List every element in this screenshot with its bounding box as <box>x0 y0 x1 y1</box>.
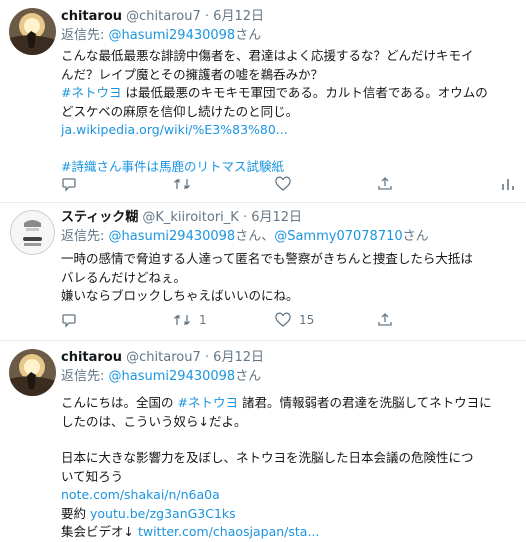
separator-dot: · <box>242 210 248 225</box>
like-button[interactable] <box>275 176 377 192</box>
text-line: #ネトウヨ は最低最悪のキモキモ軍団である。カルト信者である。オウムの <box>61 84 518 103</box>
avatar[interactable] <box>9 209 56 256</box>
tweet-text: 一時の感情で脅迫する人達って匿名でも警察がきちんと捜査したら大抵は バレるんだけ… <box>61 250 518 306</box>
reply-context: 返信先: @hasumi29430098さん、@Sammy07078710さん <box>61 227 518 246</box>
reply-suffix: さん <box>402 229 429 244</box>
display-name[interactable]: chitarou <box>61 9 122 24</box>
text-line: こんな最低最悪な誹謗中傷者を、君達はよく応援するな？どんだけキモイ <box>61 48 474 63</box>
reply-mention[interactable]: @hasumi29430098 <box>109 28 236 43</box>
reply-separator: さん、 <box>235 229 275 244</box>
reply-mention[interactable]: @hasumi29430098 <box>109 229 236 244</box>
tweet[interactable]: スティック糊 @K_kiiroitori_K · 6月12日 返信先: @has… <box>0 203 526 341</box>
tweet-header: スティック糊 @K_kiiroitori_K · 6月12日 <box>61 208 518 227</box>
reply-prefix: 返信先: <box>61 229 105 244</box>
action-bar: 1 15 <box>61 312 518 328</box>
reply-suffix: さん <box>235 28 262 43</box>
text-segment: 要約 <box>61 505 90 521</box>
user-handle[interactable]: @K_kiiroitori_K <box>142 210 238 225</box>
share-button[interactable] <box>377 176 475 192</box>
action-bar <box>61 176 518 192</box>
analytics-button[interactable] <box>500 176 516 192</box>
avatar[interactable] <box>9 8 56 55</box>
url-link[interactable]: youtu.be/zg3anG3C1ks <box>90 506 236 521</box>
like-button[interactable]: 15 <box>275 312 377 328</box>
reply-mention[interactable]: @Sammy07078710 <box>274 229 402 244</box>
reply-suffix: さん <box>235 369 262 384</box>
reply-prefix: 返信先: <box>61 28 105 43</box>
tweet-header: chitarou @chitarou7 · 6月12日 <box>61 7 518 26</box>
reply-button[interactable] <box>61 312 173 328</box>
display-name[interactable]: スティック糊 <box>61 210 138 225</box>
hashtag-link[interactable]: #ネトウヨ <box>177 395 237 410</box>
text-segment: は最低最悪のキモキモ軍団である。カルト信者である。オウムの <box>121 85 488 100</box>
text-line: 嫌いならブロックしちゃえばいいのにね。 <box>61 288 299 303</box>
text-segment: こんにちは。全国の <box>61 395 178 410</box>
retweet-icon <box>174 315 190 325</box>
text-line: いて知ろう <box>61 468 124 484</box>
text-line: どスケベの麻原を信仰し続けたのと同じ。 <box>61 103 299 119</box>
tweet-text: こんな最低最悪な誹謗中傷者を、君達はよく応援するな？どんだけキモイ んだ？レイプ… <box>61 47 518 176</box>
share-button[interactable] <box>377 312 475 328</box>
text-line: したのは、こういう奴ら↓だよ。 <box>61 413 247 429</box>
share-icon <box>378 177 392 190</box>
reply-context: 返信先: @hasumi29430098さん <box>61 26 518 45</box>
tweet-date[interactable]: 6月12日 <box>251 210 302 225</box>
display-name[interactable]: chitarou <box>61 350 122 365</box>
tweet-date[interactable]: 6月12日 <box>213 350 264 365</box>
text-line: 集会ビデオ↓ twitter.com/chaosjapan/sta... <box>61 523 518 542</box>
analytics-icon <box>502 179 514 190</box>
hashtag-link[interactable]: #ネトウヨ <box>61 85 121 100</box>
reply-context: 返信先: @hasumi29430098さん <box>61 367 518 386</box>
separator-dot: · <box>204 350 210 365</box>
reply-icon <box>62 314 76 328</box>
text-line: 日本に大きな影響力を及ぼし、ネトウヨを洗脳した日本会議の危険性につ <box>61 450 474 465</box>
tweet-date[interactable]: 6月12日 <box>213 9 264 24</box>
tweet[interactable]: chitarou @chitarou7 · 6月12日 返信先: @hasumi… <box>0 341 526 539</box>
like-count: 15 <box>299 313 315 327</box>
text-line: 要約 youtu.be/zg3anG3C1ks <box>61 505 518 524</box>
avatar[interactable] <box>9 349 56 396</box>
text-line: んだ？レイプ魔とその擁護者の嘘を鵜呑みか？ <box>61 66 324 82</box>
reply-prefix: 返信先: <box>61 369 105 384</box>
like-icon <box>275 312 291 327</box>
tweet[interactable]: chitarou @chitarou7 · 6月12日 返信先: @hasumi… <box>0 0 526 203</box>
tweet-header: chitarou @chitarou7 · 6月12日 <box>61 348 518 367</box>
retweet-icon <box>174 179 190 189</box>
url-link[interactable]: ja.wikipedia.org/wiki/%E3%83%80... <box>61 122 288 137</box>
text-line: こんにちは。全国の #ネトウヨ 諸君。情報弱者の君達を洗脳してネトウヨに <box>61 394 518 413</box>
user-handle[interactable]: @chitarou7 <box>126 350 201 365</box>
hashtag-link[interactable]: #詩織さん事件は馬鹿のリトマス試験紙 <box>61 159 284 174</box>
reply-button[interactable] <box>61 176 173 192</box>
text-segment: 諸君。情報弱者の君達を洗脳してネトウヨに <box>237 395 492 410</box>
tweet-text: こんにちは。全国の #ネトウヨ 諸君。情報弱者の君達を洗脳してネトウヨに したの… <box>61 394 518 542</box>
retweet-button[interactable] <box>173 176 275 192</box>
share-icon <box>378 313 392 326</box>
url-link[interactable]: note.com/shakai/n/n6a0a <box>61 487 220 502</box>
text-line: バレるんだけどねぇ。 <box>61 269 187 285</box>
reply-mention[interactable]: @hasumi29430098 <box>109 369 236 384</box>
retweet-count: 1 <box>199 313 207 327</box>
separator-dot: · <box>204 9 210 24</box>
user-handle[interactable]: @chitarou7 <box>126 9 201 24</box>
text-line: 一時の感情で脅迫する人達って匿名でも警察がきちんと捜査したら大抵は <box>61 251 473 266</box>
retweet-button[interactable]: 1 <box>173 312 275 328</box>
reply-icon <box>62 178 76 192</box>
like-icon <box>275 176 291 191</box>
